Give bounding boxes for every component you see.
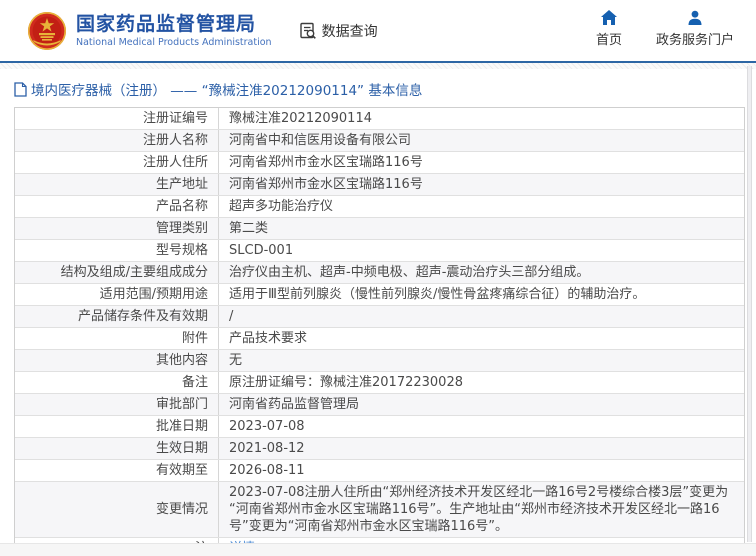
table-row-effective-date: 生效日期 2021-08-12	[15, 438, 744, 460]
row-value: /	[229, 309, 234, 324]
row-value: 适用于Ⅲ型前列腺炎（慢性前列腺炎/慢性骨盆疼痛综合征）的辅助治疗。	[229, 287, 646, 302]
agency-title-cn: 国家药品监督管理局	[76, 13, 257, 35]
table-row-other-content: 其他内容 无	[15, 350, 744, 372]
table-row-registrant-address: 注册人住所 河南省郑州市金水区宝瑞路116号	[15, 152, 744, 174]
row-value: 豫械注准20212090114	[229, 111, 372, 126]
row-label: 产品储存条件及有效期	[15, 306, 219, 327]
row-label: 型号规格	[15, 240, 219, 261]
document-search-icon	[299, 22, 316, 39]
row-label: 生效日期	[15, 438, 219, 459]
row-label: 产品名称	[15, 196, 219, 217]
row-value: 2023-07-08	[229, 419, 305, 434]
header-nav: 首页 政务服务门户	[596, 10, 734, 48]
breadcrumb: 境内医疗器械（注册） —— “豫械注准20212090114” 基本信息	[0, 69, 756, 107]
breadcrumb-text: 境内医疗器械（注册） —— “豫械注准20212090114” 基本信息	[31, 83, 423, 99]
row-value: 2023-07-08注册人住所由“郑州经济技术开发区经北一路16号2号楼综合楼3…	[229, 485, 729, 534]
row-label: 注册证编号	[15, 108, 219, 129]
home-icon	[600, 10, 617, 25]
table-row-model-spec: 型号规格 SLCD-001	[15, 240, 744, 262]
table-row-intended-use: 适用范围/预期用途 适用于Ⅲ型前列腺炎（慢性前列腺炎/慢性骨盆疼痛综合征）的辅助…	[15, 284, 744, 306]
agency-title-block: 国家药品监督管理局 National Medical Products Admi…	[76, 13, 272, 48]
table-row-registrant-name: 注册人名称 河南省中和信医用设备有限公司	[15, 130, 744, 152]
agency-title-en: National Medical Products Administration	[76, 37, 272, 48]
table-row-composition: 结构及组成/主要组成成分 治疗仪由主机、超声-中频电极、超声-震动治疗头三部分组…	[15, 262, 744, 284]
row-value: 河南省药品监督管理局	[229, 397, 360, 412]
row-label: 备注	[15, 372, 219, 393]
row-value: 超声多功能治疗仪	[229, 199, 334, 214]
nav-gov-portal[interactable]: 政务服务门户	[656, 10, 734, 48]
document-icon	[14, 81, 27, 97]
row-value: 2021-08-12	[229, 441, 305, 456]
row-label: 审批部门	[15, 394, 219, 415]
row-label: 管理类别	[15, 218, 219, 239]
row-label: 注册人住所	[15, 152, 219, 173]
row-value: 河南省郑州市金水区宝瑞路116号	[229, 155, 423, 170]
row-value: SLCD-001	[229, 243, 294, 258]
table-row-cert-number: 注册证编号 豫械注准20212090114	[15, 108, 744, 130]
data-query-tab[interactable]: 数据查询	[298, 21, 378, 41]
row-value: 河南省郑州市金水区宝瑞路116号	[229, 177, 423, 192]
row-label: 生产地址	[15, 174, 219, 195]
nav-home[interactable]: 首页	[596, 10, 622, 48]
row-label: 适用范围/预期用途	[15, 284, 219, 305]
table-row-approval-date: 批准日期 2023-07-08	[15, 416, 744, 438]
nav-home-label: 首页	[595, 33, 622, 48]
row-label: 注册人名称	[15, 130, 219, 151]
row-label: 批准日期	[15, 416, 219, 437]
person-icon	[688, 10, 702, 25]
row-value: 河南省中和信医用设备有限公司	[229, 133, 412, 148]
row-label: 变更情况	[15, 482, 219, 537]
row-value: 原注册证编号：豫械注准20172230028	[229, 375, 463, 390]
table-row-management-category: 管理类别 第二类	[15, 218, 744, 240]
data-query-label: 数据查询	[321, 23, 378, 40]
footer-strip	[0, 543, 756, 556]
table-row-storage-validity: 产品储存条件及有效期 /	[15, 306, 744, 328]
table-row-attachment: 附件 产品技术要求	[15, 328, 744, 350]
page: 国家药品监督管理局 National Medical Products Admi…	[0, 0, 756, 556]
row-value: 无	[229, 353, 243, 368]
site-header: 国家药品监督管理局 National Medical Products Admi…	[0, 0, 756, 63]
row-value: 产品技术要求	[229, 331, 308, 346]
row-value: 治疗仪由主机、超声-中频电极、超声-震动治疗头三部分组成。	[229, 265, 590, 280]
row-label: 附件	[15, 328, 219, 349]
table-row-remarks: 备注 原注册证编号：豫械注准20172230028	[15, 372, 744, 394]
national-emblem-logo	[27, 11, 67, 50]
scrollbar[interactable]	[747, 66, 752, 542]
table-row-production-address: 生产地址 河南省郑州市金水区宝瑞路116号	[15, 174, 744, 196]
row-label: 其他内容	[15, 350, 219, 371]
table-row-expiry-date: 有效期至 2026-08-11	[15, 460, 744, 482]
registration-info-table: 注册证编号 豫械注准20212090114 注册人名称 河南省中和信医用设备有限…	[14, 107, 745, 556]
table-row-approval-department: 审批部门 河南省药品监督管理局	[15, 394, 744, 416]
row-label: 结构及组成/主要组成成分	[15, 262, 219, 283]
nav-gov-portal-label: 政务服务门户	[655, 33, 734, 48]
row-label: 有效期至	[15, 460, 219, 481]
table-row-change-history: 变更情况 2023-07-08注册人住所由“郑州经济技术开发区经北一路16号2号…	[15, 482, 744, 538]
table-row-product-name: 产品名称 超声多功能治疗仪	[15, 196, 744, 218]
row-value: 2026-08-11	[229, 463, 305, 478]
row-value: 第二类	[229, 221, 269, 236]
